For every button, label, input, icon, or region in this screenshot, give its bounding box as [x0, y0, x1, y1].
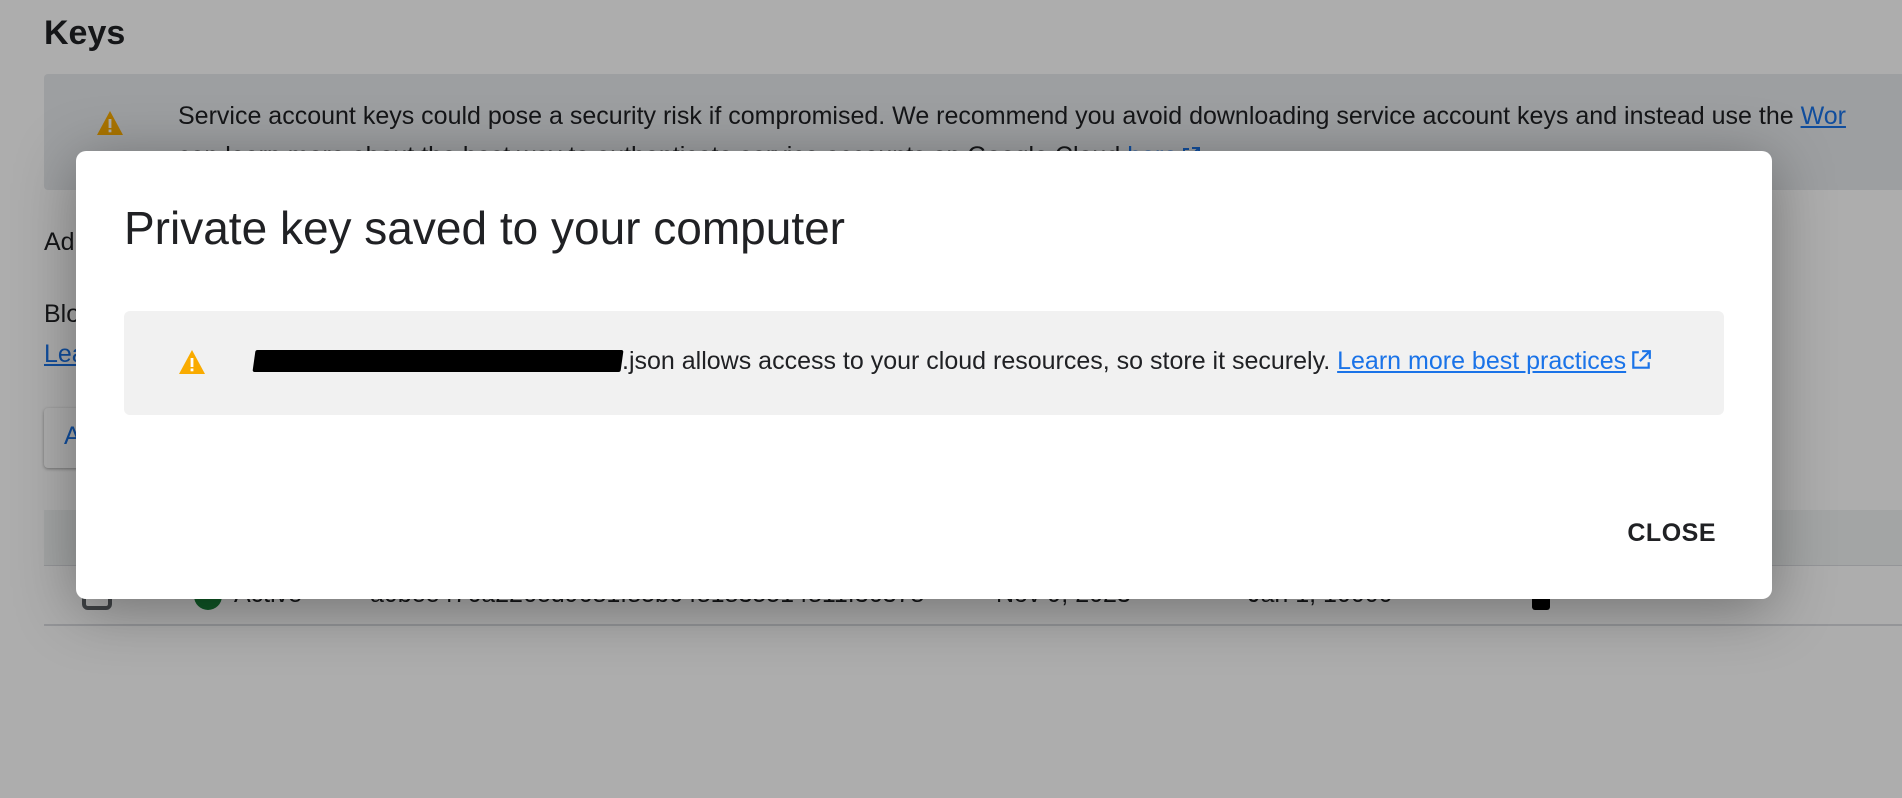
alert-text: .json allows access to your cloud resour…	[252, 347, 1652, 376]
warning-icon	[178, 349, 206, 375]
external-link-icon	[1630, 349, 1652, 371]
alert-message: .json allows access to your cloud resour…	[622, 347, 1331, 375]
dialog-warning-alert: .json allows access to your cloud resour…	[124, 311, 1724, 415]
redacted-filename	[252, 350, 624, 372]
page: Keys Service account keys could pose a s…	[0, 0, 1902, 798]
learn-more-best-practices-link[interactable]: Learn more best practices	[1337, 347, 1626, 375]
private-key-dialog: Private key saved to your computer .json…	[76, 151, 1772, 599]
close-button[interactable]: CLOSE	[1621, 515, 1722, 552]
dialog-title: Private key saved to your computer	[124, 202, 845, 254]
